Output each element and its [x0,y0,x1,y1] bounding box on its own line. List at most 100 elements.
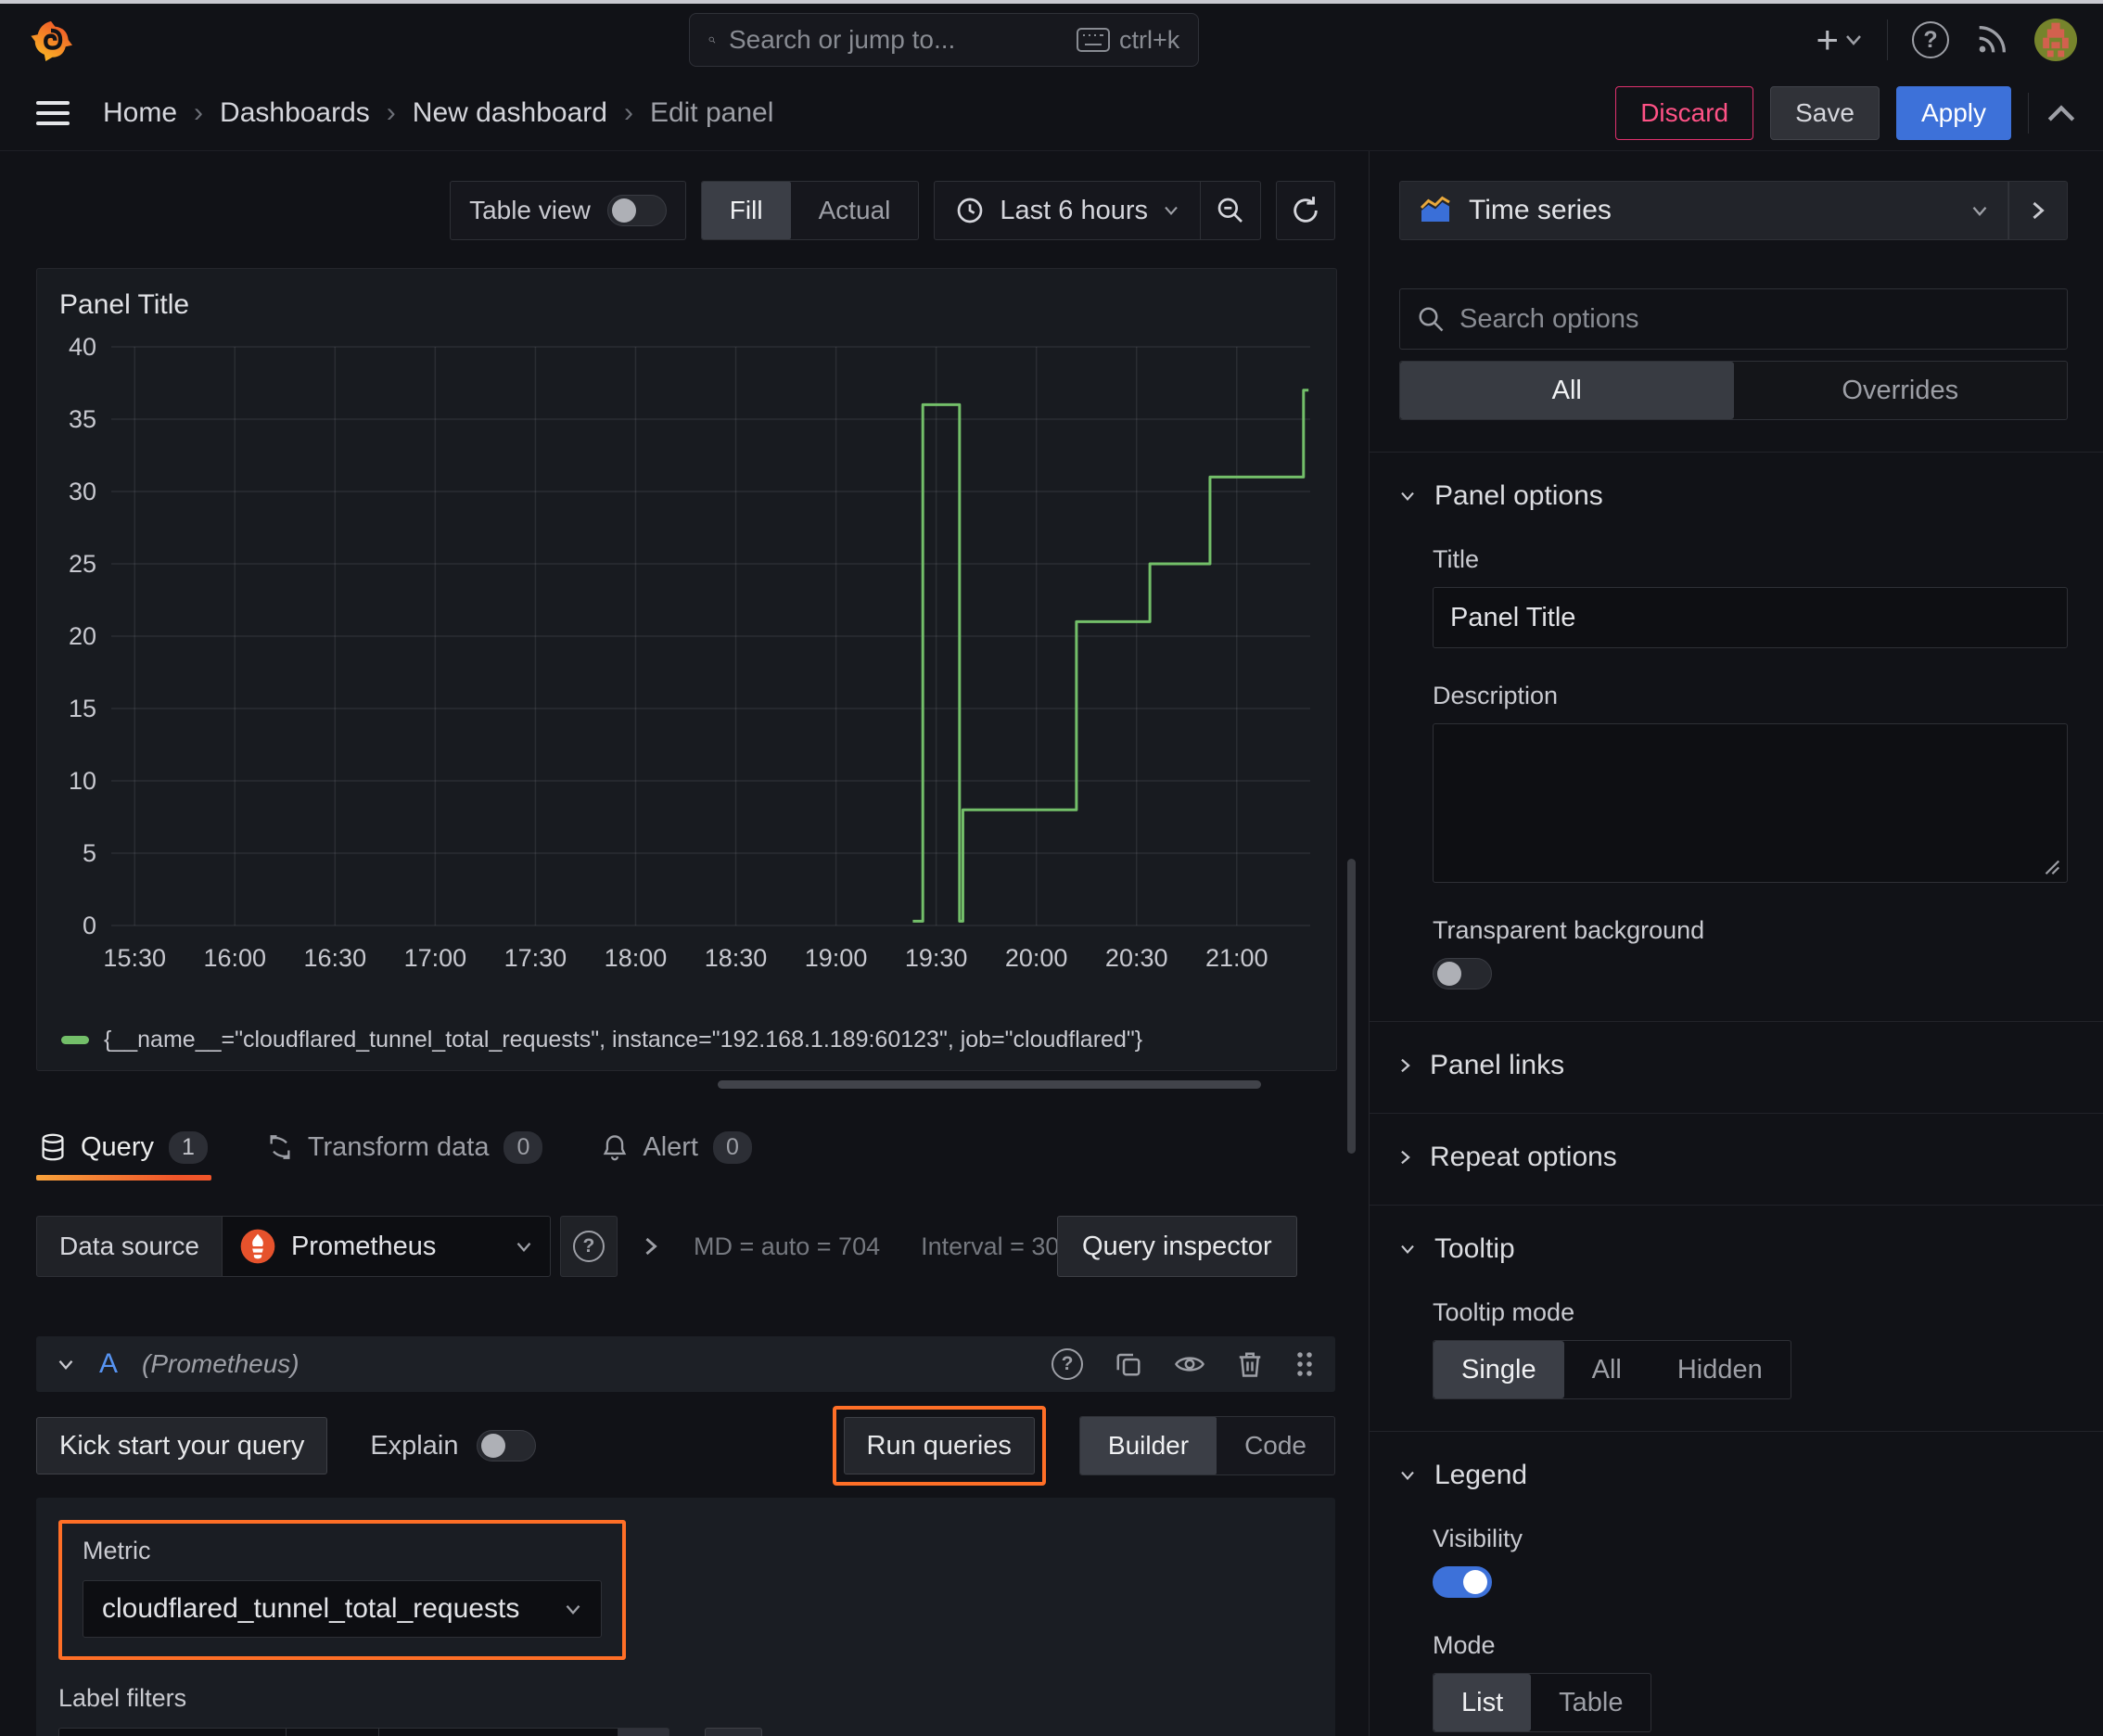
panel-links-section[interactable]: Panel links [1399,1050,2068,1081]
horizontal-scrollbar-thumb[interactable] [718,1080,1261,1089]
actual-option[interactable]: Actual [791,182,919,239]
visualization-picker[interactable]: Time series [1399,181,2008,240]
help-button[interactable]: ? [1912,21,1949,58]
series-label[interactable]: {__name__="cloudflared_tunnel_total_requ… [104,1027,1142,1053]
legend-visibility-toggle[interactable] [1433,1566,1492,1598]
chevron-down-icon [1401,1471,1414,1481]
chevron-right-icon[interactable] [644,1235,658,1257]
drag-handle-icon[interactable] [1294,1350,1315,1378]
user-avatar[interactable] [2034,19,2077,61]
max-datapoints-stat: MD = auto = 704 [693,1232,881,1260]
tooltip-single-option[interactable]: Single [1434,1341,1564,1398]
time-range-picker[interactable]: Last 6 hours [935,182,1200,239]
datasource-name: Prometheus [290,1231,437,1261]
panel-options-section[interactable]: Panel options [1399,480,2068,512]
legend-section[interactable]: Legend [1399,1460,2068,1491]
top-bar: ctrl+k + ? [0,4,2103,76]
save-button[interactable]: Save [1770,86,1880,140]
fill-option[interactable]: Fill [701,182,791,239]
repeat-options-title: Repeat options [1430,1142,1617,1172]
global-search[interactable]: ctrl+k [689,13,1200,67]
query-help-icon[interactable]: ? [1052,1348,1083,1380]
breadcrumb: Home › Dashboards › New dashboard › Edit… [103,97,773,129]
collapse-options-button[interactable] [2008,181,2068,240]
kick-start-button[interactable]: Kick start your query [36,1417,328,1474]
legend-table-option[interactable]: Table [1531,1674,1651,1731]
series-color-swatch[interactable] [61,1036,89,1044]
tooltip-hidden-option[interactable]: Hidden [1650,1341,1791,1398]
query-stats: MD = auto = 704 Interval = 30s [694,1232,1072,1261]
code-option[interactable]: Code [1217,1417,1334,1474]
tab-alert[interactable]: Alert 0 [598,1114,756,1181]
datasource-help-button[interactable]: ? [559,1216,618,1277]
svg-text:25: 25 [69,550,96,578]
select-label-dropdown[interactable]: Select label [58,1728,286,1736]
global-search-input[interactable] [728,25,1064,55]
apply-button[interactable]: Apply [1895,86,2011,140]
grafana-app: ctrl+k + ? Home › Dashboards › New dashb… [0,0,2103,1736]
options-search[interactable] [1399,288,2068,350]
query-builder-body: Metric cloudflared_tunnel_total_requests… [36,1498,1335,1736]
tab-overrides[interactable]: Overrides [1734,362,2068,419]
datasource-picker[interactable]: Prometheus [221,1216,551,1277]
svg-text:40: 40 [69,334,96,361]
zoom-out-button[interactable] [1201,182,1260,239]
svg-text:35: 35 [69,405,96,433]
tab-alert-label: Alert [643,1131,698,1162]
news-rss-icon[interactable] [1973,21,2010,58]
query-datasource-hint: (Prometheus) [142,1349,300,1378]
fill-actual-switch: Fill Actual [700,181,920,240]
refresh-icon [1294,197,1318,223]
breadcrumb-new-dashboard[interactable]: New dashboard [413,97,607,129]
builder-code-switch: Builder Code [1078,1416,1335,1475]
refresh-button[interactable] [1276,181,1335,240]
eye-icon[interactable] [1174,1352,1205,1376]
panel-options-body: Title Description Transparent background [1433,545,2068,989]
tab-query[interactable]: Query 1 [36,1114,211,1181]
operator-dropdown[interactable]: = [286,1728,378,1736]
duplicate-icon[interactable] [1115,1350,1142,1378]
search-icon [1419,307,1444,332]
run-queries-button[interactable]: Run queries [843,1417,1035,1474]
breadcrumb-dashboards[interactable]: Dashboards [220,97,370,129]
builder-option[interactable]: Builder [1079,1417,1217,1474]
tab-all[interactable]: All [1400,362,1734,419]
chevron-down-icon[interactable] [57,1359,75,1371]
tooltip-section[interactable]: Tooltip [1399,1233,2068,1265]
divider [1370,1021,2103,1022]
chevron-right-icon [2033,201,2045,220]
vertical-scrollbar-thumb[interactable] [1347,859,1356,1154]
panel-title-input[interactable] [1433,587,2068,648]
query-a-header[interactable]: A (Prometheus) ? [36,1336,1335,1392]
tooltip-all-option[interactable]: All [1564,1341,1650,1398]
breadcrumb-separator: › [623,97,633,128]
query-ref-id[interactable]: A [99,1348,118,1380]
select-value-dropdown[interactable]: Select value [378,1728,618,1736]
explain-toggle[interactable] [477,1430,537,1462]
trash-icon[interactable] [1237,1350,1263,1378]
grafana-logo-icon[interactable] [30,19,72,61]
description-textarea[interactable] [1433,723,2068,883]
breadcrumb-home[interactable]: Home [103,97,177,129]
explain-label: Explain [370,1430,459,1461]
panel-preview[interactable]: Panel Title 0 5 10 15 20 25 30 35 40 15:30 16:00 16… [36,268,1337,1071]
collapse-header-icon[interactable] [2046,102,2077,124]
options-scope-tabs: All Overrides [1399,361,2068,420]
remove-filter-button[interactable]: ✕ [618,1728,669,1736]
tab-transform[interactable]: Transform data 0 [263,1114,546,1181]
timeseries-chart[interactable]: 0 5 10 15 20 25 30 35 40 15:30 16:00 16:30 17:00 17:3… [52,334,1323,983]
legend-list-option[interactable]: List [1434,1674,1532,1731]
query-inspector-button[interactable]: Query inspector [1056,1216,1297,1277]
repeat-options-section[interactable]: Repeat options [1399,1142,2068,1173]
legend-title: Legend [1434,1460,1528,1490]
add-menu-button[interactable]: + [1816,20,1863,59]
menu-toggle-icon[interactable] [36,101,70,125]
add-filter-button[interactable]: + [705,1728,762,1736]
resize-handle-icon[interactable] [2041,856,2061,876]
table-view-toggle[interactable] [606,195,667,226]
options-search-input[interactable] [1459,303,2050,335]
panel-toolbar: Table view Fill Actual Last 6 hours [0,181,1335,240]
discard-button[interactable]: Discard [1615,86,1754,140]
transparent-bg-toggle[interactable] [1433,958,1492,989]
metric-select[interactable]: cloudflared_tunnel_total_requests [83,1580,602,1638]
